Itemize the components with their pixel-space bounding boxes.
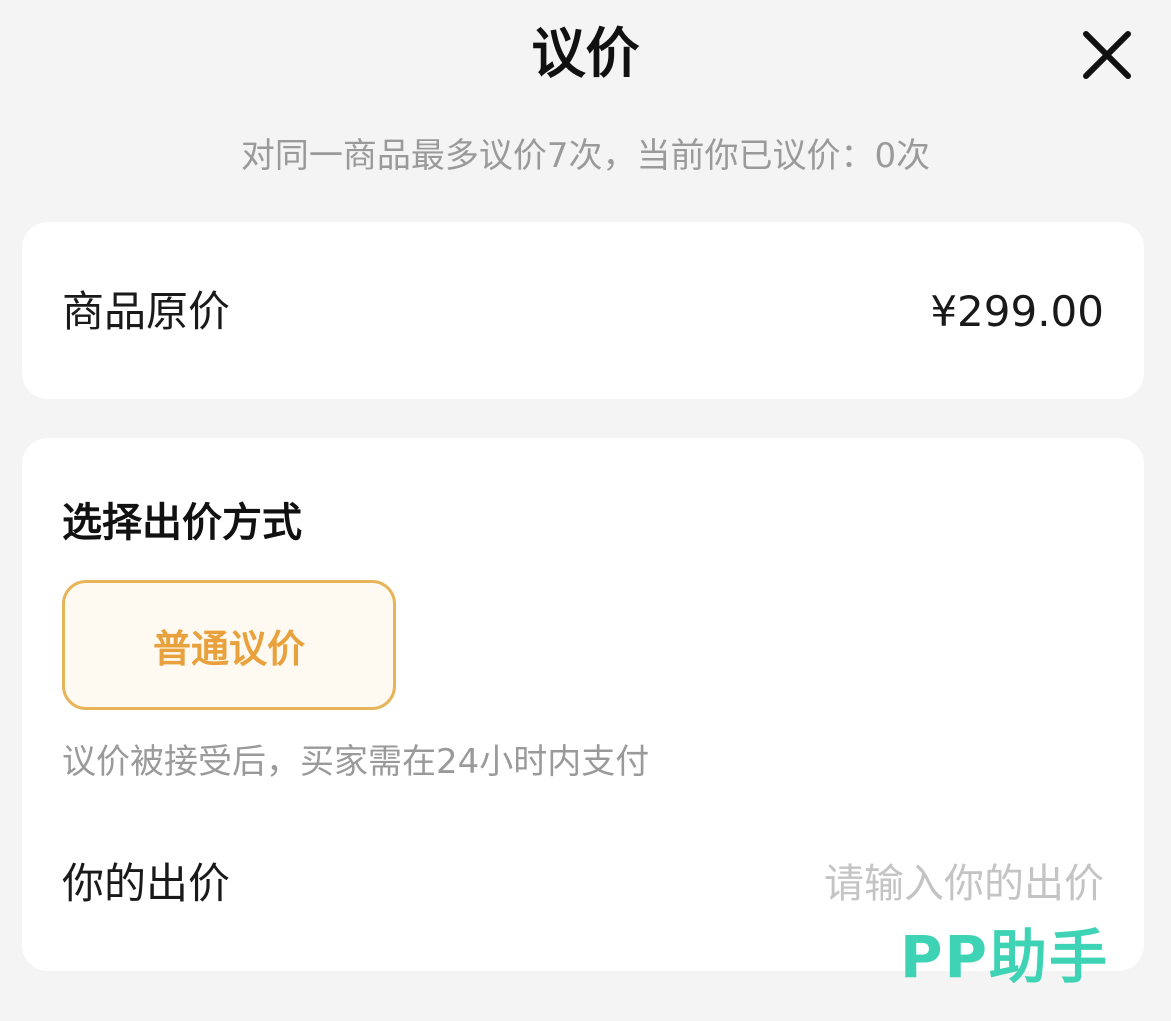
close-button[interactable] xyxy=(1076,24,1138,86)
offer-price-input[interactable] xyxy=(684,852,1104,916)
payment-deadline-note: 议价被接受后，买家需在24小时内支付 xyxy=(62,742,650,782)
offer-card: 选择出价方式 普通议价 议价被接受后，买家需在24小时内支付 你的出价 xyxy=(22,438,1144,971)
original-price-label: 商品原价 xyxy=(62,287,231,336)
pp-assistant-watermark: PP助手 xyxy=(900,923,1110,991)
close-icon xyxy=(1083,31,1131,79)
original-price-card: 商品原价 ¥299.00 xyxy=(22,222,1144,399)
bargain-limit-note: 对同一商品最多议价7次，当前你已议价：0次 xyxy=(240,136,931,176)
your-offer-label: 你的出价 xyxy=(62,859,231,908)
normal-bargain-option[interactable]: 普通议价 xyxy=(62,580,396,710)
original-price-value: ¥299.00 xyxy=(930,287,1104,336)
offer-method-title: 选择出价方式 xyxy=(62,500,302,546)
bargain-sheet: 议价 对同一商品最多议价7次，当前你已议价：0次 商品原价 ¥299.00 选择… xyxy=(0,0,1171,1021)
normal-bargain-label: 普通议价 xyxy=(152,626,305,671)
page-title: 议价 xyxy=(531,22,640,85)
